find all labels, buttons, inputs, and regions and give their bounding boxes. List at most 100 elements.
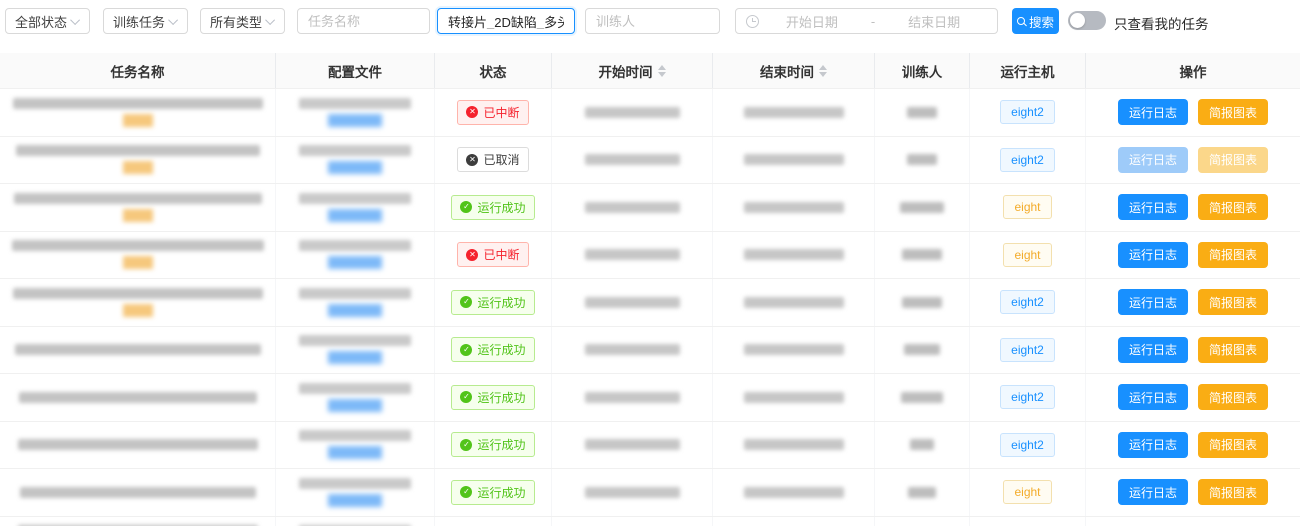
- start-time-blurred: [585, 439, 680, 450]
- report-chart-button[interactable]: 简报图表: [1198, 479, 1268, 505]
- run-log-button[interactable]: 运行日志: [1118, 289, 1188, 315]
- status-badge: ✕ 已中断: [457, 100, 528, 125]
- task-name-field-wrap: [297, 8, 430, 34]
- actions-cell: 运行日志 简报图表: [1086, 327, 1300, 374]
- report-chart-button[interactable]: 简报图表: [1198, 337, 1268, 363]
- task-name-input[interactable]: [308, 14, 419, 29]
- sort-icon[interactable]: [819, 65, 827, 77]
- end-time-blurred: [744, 202, 844, 213]
- actions-cell: 运行日志 简报图表: [1086, 279, 1300, 326]
- report-chart-button[interactable]: 简报图表: [1198, 432, 1268, 458]
- end-time-cell: [713, 469, 875, 516]
- end-time-blurred: [744, 439, 844, 450]
- host-cell: eight: [970, 232, 1086, 279]
- start-time-cell: [552, 469, 713, 516]
- actions-cell: 运行日志 简报图表: [1086, 232, 1300, 279]
- config-file-blurred: [299, 240, 411, 251]
- status-filter-select[interactable]: 全部状态: [5, 8, 90, 34]
- table-row: ✓ 运行成功 eight2 运行日志 简报图表: [0, 279, 1300, 327]
- status-label: 运行成功: [477, 436, 525, 453]
- task-tag-blurred: [123, 161, 153, 174]
- column-header-host: 运行主机: [970, 53, 1086, 88]
- end-time-cell: [713, 517, 875, 526]
- task-name-blurred: [15, 344, 261, 355]
- config-link-blurred[interactable]: [328, 494, 382, 507]
- date-range-separator: -: [865, 14, 881, 29]
- config-link-blurred[interactable]: [328, 161, 382, 174]
- report-chart-button[interactable]: 简报图表: [1198, 384, 1268, 410]
- end-time-cell: [713, 89, 875, 136]
- task-name-cell: [0, 374, 276, 421]
- run-log-button[interactable]: 运行日志: [1118, 337, 1188, 363]
- end-time-cell: [713, 184, 875, 231]
- sort-icon[interactable]: [658, 65, 666, 77]
- column-header-end-time[interactable]: 结束时间: [713, 53, 875, 88]
- run-log-button[interactable]: 运行日志: [1118, 384, 1188, 410]
- config-link-blurred[interactable]: [328, 446, 382, 459]
- config-link-blurred[interactable]: [328, 209, 382, 222]
- report-chart-button[interactable]: 简报图表: [1198, 242, 1268, 268]
- trainer-input[interactable]: [596, 14, 709, 29]
- table-row: ✓ 运行成功 eight 运行日志 简报图表: [0, 469, 1300, 517]
- host-badge: eight: [1003, 195, 1051, 219]
- end-time-cell: [713, 232, 875, 279]
- run-log-button[interactable]: 运行日志: [1118, 242, 1188, 268]
- run-log-button[interactable]: 运行日志: [1118, 479, 1188, 505]
- model-search-input[interactable]: [448, 14, 564, 29]
- config-link-blurred[interactable]: [328, 399, 382, 412]
- run-log-button[interactable]: 运行日志: [1118, 194, 1188, 220]
- run-log-button[interactable]: 运行日志: [1118, 99, 1188, 125]
- report-chart-button[interactable]: 简报图表: [1198, 194, 1268, 220]
- host-badge: eight2: [1000, 148, 1055, 172]
- trainer-cell: [875, 327, 970, 374]
- trainer-cell: [875, 279, 970, 326]
- config-file-blurred: [299, 430, 411, 441]
- task-tag-blurred: [123, 304, 153, 317]
- category-filter-value: 所有类型: [210, 12, 262, 31]
- trainer-blurred: [902, 249, 942, 260]
- column-header-trainer: 训练人: [875, 53, 970, 88]
- end-date-placeholder[interactable]: 结束日期: [881, 12, 987, 31]
- start-time-cell: [552, 422, 713, 469]
- report-chart-button[interactable]: 简报图表: [1198, 147, 1268, 173]
- config-file-cell: [276, 469, 435, 516]
- table-row: ✕ 已取消 eight2 运行日志 简报图表: [0, 137, 1300, 185]
- config-file-blurred: [299, 145, 411, 156]
- task-name-blurred: [13, 288, 263, 299]
- config-link-blurred[interactable]: [328, 351, 382, 364]
- table-row: ✓ 运行成功 eight2 运行日志 简报图表: [0, 327, 1300, 375]
- start-date-placeholder[interactable]: 开始日期: [759, 12, 865, 31]
- config-file-blurred: [299, 335, 411, 346]
- clock-icon: [746, 15, 759, 28]
- host-badge: eight2: [1000, 338, 1055, 362]
- run-log-button[interactable]: 运行日志: [1118, 432, 1188, 458]
- end-time-cell: [713, 374, 875, 421]
- my-tasks-toggle-label: 只查看我的任务: [1114, 13, 1209, 33]
- start-time-cell: [552, 184, 713, 231]
- status-label: 运行成功: [477, 294, 525, 311]
- column-header-start-time[interactable]: 开始时间: [552, 53, 713, 88]
- config-link-blurred[interactable]: [328, 304, 382, 317]
- trainer-cell: [875, 517, 970, 526]
- config-file-blurred: [299, 383, 411, 394]
- status-cell: ✓ 运行成功: [435, 374, 552, 421]
- date-range-picker[interactable]: 开始日期 - 结束日期: [735, 8, 998, 34]
- start-time-cell: [552, 137, 713, 184]
- job-type-filter-select[interactable]: 训练任务: [103, 8, 188, 34]
- task-name-cell: [0, 137, 276, 184]
- host-cell: eight2: [970, 517, 1086, 526]
- config-file-blurred: [299, 193, 411, 204]
- report-chart-button[interactable]: 简报图表: [1198, 289, 1268, 315]
- category-filter-select[interactable]: 所有类型: [200, 8, 285, 34]
- config-link-blurred[interactable]: [328, 114, 382, 127]
- status-icon: ✕: [466, 106, 478, 118]
- trainer-blurred: [902, 297, 942, 308]
- my-tasks-toggle[interactable]: [1068, 11, 1106, 30]
- task-name-cell: [0, 279, 276, 326]
- host-cell: eight: [970, 469, 1086, 516]
- end-time-blurred: [744, 344, 844, 355]
- run-log-button[interactable]: 运行日志: [1118, 147, 1188, 173]
- search-button[interactable]: 搜索: [1012, 8, 1059, 34]
- report-chart-button[interactable]: 简报图表: [1198, 99, 1268, 125]
- config-link-blurred[interactable]: [328, 256, 382, 269]
